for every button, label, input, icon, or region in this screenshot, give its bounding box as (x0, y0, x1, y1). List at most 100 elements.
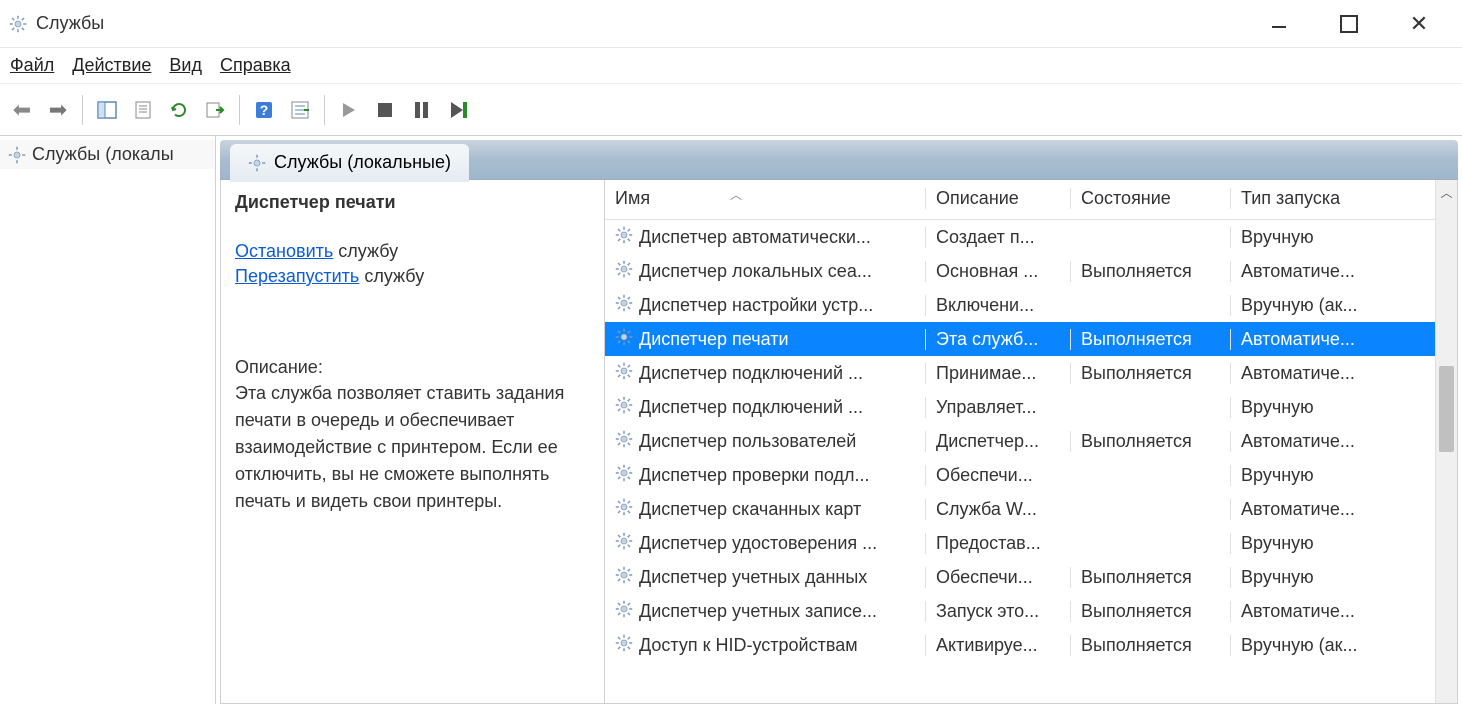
menubar: Файл Действие Вид Справка (0, 48, 1462, 84)
service-row[interactable]: Диспетчер локальных сеа... Основная ...Вы… (605, 254, 1435, 288)
service-name: Диспетчер пользователей (639, 431, 856, 452)
tree-root-label: Службы (локалы (32, 144, 174, 165)
service-name: Диспетчер подключений ... (639, 397, 863, 418)
details-icon (289, 99, 311, 121)
service-state: Выполняется (1070, 261, 1230, 282)
service-row[interactable]: Диспетчер учетных данныхОбеспечи...Выпол… (605, 560, 1435, 594)
gear-icon (248, 154, 266, 172)
column-description[interactable]: Описание (925, 188, 1070, 209)
gear-icon (615, 464, 633, 487)
service-startup-type: Вручную (1230, 227, 1402, 248)
titlebar[interactable]: Службы ✕ (0, 0, 1462, 48)
service-name: Диспетчер автоматически... (639, 227, 871, 248)
service-state: Выполняется (1070, 329, 1230, 350)
column-state[interactable]: Состояние (1070, 188, 1230, 209)
gear-icon (615, 430, 633, 453)
minimize-button[interactable] (1244, 6, 1314, 42)
show-hide-tree-button[interactable] (91, 94, 123, 126)
content-header: Службы (локальные) (220, 140, 1458, 180)
separator (82, 95, 83, 125)
stop-service-link[interactable]: Остановить (235, 241, 333, 261)
service-word: службу (364, 266, 424, 286)
service-description: Запуск это... (925, 601, 1070, 622)
service-description: Служба W... (925, 499, 1070, 520)
list-rows: Диспетчер автоматически...Создает п...Вр… (605, 220, 1435, 662)
service-description: Предостав... (925, 533, 1070, 554)
service-startup-type: Вручную (1230, 465, 1402, 486)
service-description: Обеспечи... (925, 567, 1070, 588)
help-button[interactable]: ? (248, 94, 280, 126)
restart-service-link[interactable]: Перезапустить (235, 266, 359, 286)
service-state: Выполняется (1070, 363, 1230, 384)
menu-file[interactable]: Файл (10, 55, 54, 76)
separator (324, 95, 325, 125)
service-state: Выполняется (1070, 601, 1230, 622)
service-row[interactable]: Диспетчер подключений ...Управляет...Вру… (605, 390, 1435, 424)
service-row[interactable]: Диспетчер удостоверения ...Предостав...В… (605, 526, 1435, 560)
content-body: Диспетчер печати Остановить службу Перез… (220, 180, 1458, 704)
panel-icon (96, 99, 118, 121)
svg-text:?: ? (260, 102, 269, 118)
stop-icon (378, 103, 392, 117)
export-list-button[interactable] (199, 94, 231, 126)
start-service-button[interactable] (333, 94, 365, 126)
service-row[interactable]: Диспетчер автоматически...Создает п...Вр… (605, 220, 1435, 254)
toolbar: ⬅ ➡ ? (0, 84, 1462, 136)
menu-help[interactable]: Справка (220, 55, 291, 76)
main-area: Службы (локалы Службы (локальные) Диспет… (0, 136, 1462, 704)
service-row[interactable]: Диспетчер печатиЭта служб...ВыполняетсяА… (605, 322, 1435, 356)
detail-actions: Остановить службу Перезапустить службу (235, 241, 590, 287)
service-description: Принимае... (925, 363, 1070, 384)
sort-caret-icon: ︿ (730, 188, 742, 203)
refresh-icon (168, 99, 190, 121)
service-startup-type: Вручную (1230, 567, 1402, 588)
service-description: Основная ... (925, 261, 1070, 282)
gear-icon (615, 532, 633, 555)
gear-icon (8, 146, 26, 164)
stop-service-button[interactable] (369, 94, 401, 126)
view-details-button[interactable] (284, 94, 316, 126)
service-row[interactable]: Диспетчер пользователейДиспетчер...Выпол… (605, 424, 1435, 458)
description-text: Эта служба позволяет ставить задания печ… (235, 380, 590, 515)
gear-icon (615, 498, 633, 521)
play-icon (341, 102, 357, 118)
tree-root-item[interactable]: Службы (локалы (0, 140, 215, 169)
scrollbar-thumb[interactable] (1439, 366, 1454, 452)
service-row[interactable]: Диспетчер скачанных картСлужба W...Автом… (605, 492, 1435, 526)
sheet-icon (132, 99, 154, 121)
vertical-scrollbar[interactable]: ︿ (1435, 180, 1457, 703)
service-list-pane: Имя︿ Описание Состояние Тип запуска Дисп… (605, 180, 1457, 703)
close-button[interactable]: ✕ (1384, 6, 1454, 42)
service-row[interactable]: Доступ к HID-устройствамАктивируе...Выпо… (605, 628, 1435, 662)
forward-button[interactable]: ➡ (42, 94, 74, 126)
pause-service-button[interactable] (405, 94, 437, 126)
service-row[interactable]: Диспетчер настройки устр...Включени...Вр… (605, 288, 1435, 322)
service-startup-type: Вручную (ак... (1230, 635, 1402, 656)
service-name: Диспетчер подключений ... (639, 363, 863, 384)
service-startup-type: Вручную (ак... (1230, 295, 1402, 316)
menu-action[interactable]: Действие (72, 55, 151, 76)
service-row[interactable]: Диспетчер учетных записе...Запуск это...… (605, 594, 1435, 628)
back-button[interactable]: ⬅ (6, 94, 38, 126)
tab-services-local[interactable]: Службы (локальные) (230, 144, 469, 184)
service-row[interactable]: Диспетчер проверки подл...Обеспечи...Вру… (605, 458, 1435, 492)
service-name: Доступ к HID-устройствам (639, 635, 858, 656)
arrow-left-icon: ⬅ (13, 97, 31, 123)
restart-service-button[interactable] (441, 94, 473, 126)
service-startup-type: Автоматиче... (1230, 261, 1402, 282)
service-list: Имя︿ Описание Состояние Тип запуска Дисп… (605, 180, 1435, 703)
service-row[interactable]: Диспетчер подключений ... Принимае...Выпо… (605, 356, 1435, 390)
menu-view[interactable]: Вид (169, 55, 202, 76)
restart-icon (451, 102, 463, 118)
content-pane: Службы (локальные) Диспетчер печати Оста… (216, 136, 1462, 704)
refresh-button[interactable] (163, 94, 195, 126)
maximize-button[interactable] (1314, 6, 1384, 42)
detail-title: Диспетчер печати (235, 192, 590, 213)
service-name: Диспетчер удостоверения ... (639, 533, 877, 554)
service-name: Диспетчер локальных сеа... (639, 261, 872, 282)
service-state: Выполняется (1070, 567, 1230, 588)
properties-button[interactable] (127, 94, 159, 126)
export-icon (204, 99, 226, 121)
column-name[interactable]: Имя︿ (605, 188, 925, 209)
column-startup[interactable]: Тип запуска (1230, 188, 1402, 209)
